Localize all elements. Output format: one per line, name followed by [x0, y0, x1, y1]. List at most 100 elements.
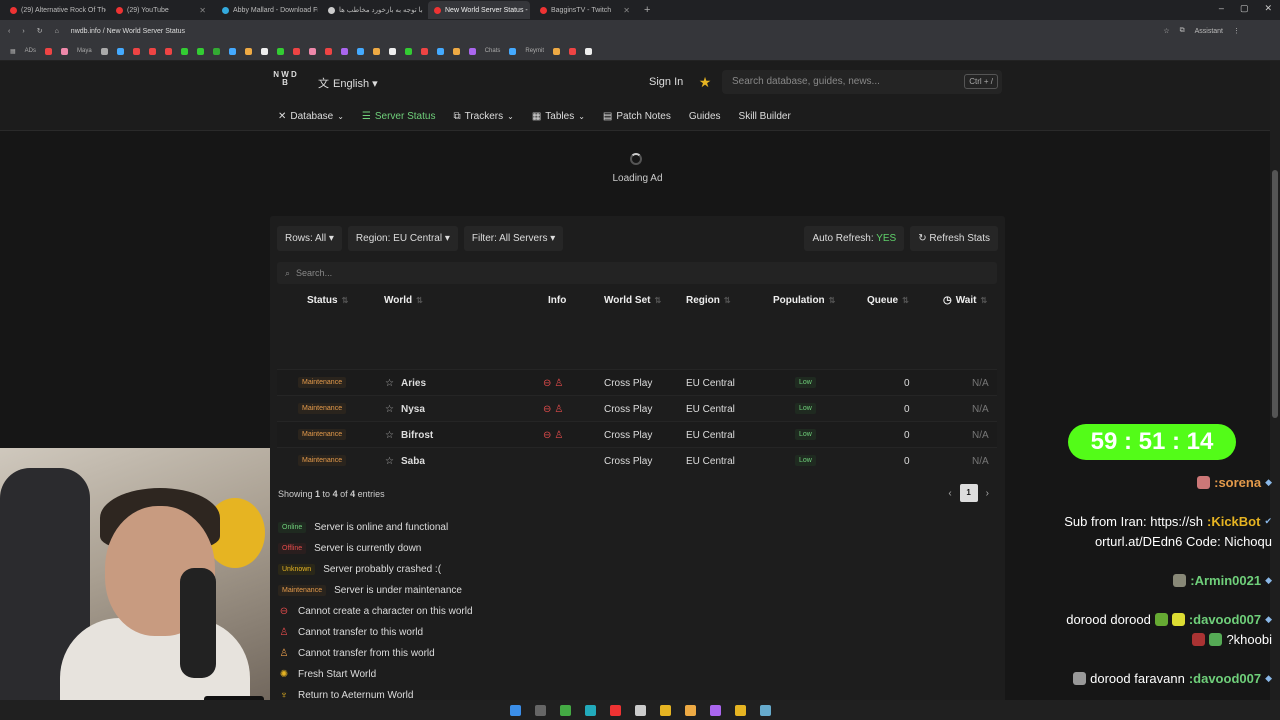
reload-icon[interactable]: ↻ [37, 27, 43, 35]
emote-icon [1209, 633, 1223, 646]
column-header[interactable]: Queue ⇅ [867, 295, 909, 306]
column-header[interactable]: ◷ Wait ⇅ [943, 295, 987, 306]
chevron-down-icon: ⌄ [337, 112, 344, 121]
new-tab-icon[interactable]: + [644, 4, 650, 16]
nwdb-logo[interactable]: N W D B [272, 69, 298, 95]
maximize-icon[interactable]: ▢ [1240, 3, 1249, 14]
nav-tables[interactable]: ▦ Tables ⌄ [532, 111, 585, 122]
apps-icon[interactable]: ▦ [10, 48, 16, 55]
pagination: ‹ 1 › [948, 484, 989, 502]
table-row[interactable]: Maintenance ☆ Aries ⊖♙ Cross Play EU Cen… [277, 369, 997, 395]
close-tab-icon[interactable]: ✕ [199, 6, 206, 15]
chat-message: :Armin0021 ◆ [1173, 573, 1272, 588]
prev-page-icon[interactable]: ‹ [948, 488, 951, 499]
scrollbar-thumb[interactable] [1272, 170, 1278, 418]
microphone [180, 568, 216, 678]
column-header[interactable]: Population ⇅ [773, 295, 835, 306]
refresh-icon: ↻ [918, 233, 927, 244]
auto-refresh-toggle[interactable]: Auto Refresh: YES [804, 226, 905, 251]
media-icon[interactable] [609, 704, 621, 716]
folder-icon[interactable] [659, 704, 671, 716]
bookmark-folder[interactable]: Chats [485, 48, 501, 54]
table-search-input[interactable]: ⌕ Search... [277, 262, 997, 284]
filter-dropdown[interactable]: Filter: All Servers ▾ [463, 226, 564, 251]
chat-text: dorood faravann [1090, 671, 1185, 686]
world-name[interactable]: Saba [401, 456, 425, 467]
avatar [1173, 574, 1187, 587]
column-header[interactable]: Region ⇅ [686, 295, 731, 306]
close-tab-icon[interactable]: ✕ [623, 6, 630, 15]
refresh-stats-button[interactable]: ↻ Refresh Stats [910, 226, 998, 251]
app-icon[interactable] [559, 704, 571, 716]
column-header[interactable]: World Set ⇅ [604, 295, 661, 306]
task-view-icon[interactable] [534, 704, 546, 716]
minimize-icon[interactable]: – [1219, 3, 1224, 14]
world-set: Cross Play [604, 456, 653, 467]
language-label: English ▾ [333, 77, 378, 90]
badge-icon: ◆ [1265, 614, 1272, 624]
column-header[interactable]: World ⇅ [384, 295, 423, 306]
browser-tab[interactable]: New World Server Status - Pl✕ [428, 1, 530, 19]
steam-icon[interactable] [759, 704, 771, 716]
offline-badge: Offline [278, 543, 307, 554]
rows-dropdown[interactable]: Rows: All ▾ [277, 226, 342, 251]
url-field[interactable]: nwdb.info / New World Server Status [71, 28, 185, 35]
edge-icon[interactable] [584, 704, 596, 716]
home-icon[interactable]: ⌂ [55, 28, 59, 35]
showing-entries: Showing 1 to 4 of 4 entries [278, 489, 385, 499]
extensions-icon[interactable]: ⧉ [1180, 27, 1185, 35]
site-search-placeholder: Search database, guides, news... [732, 76, 880, 87]
chat-text: Sub from Iran: https://sh [1064, 514, 1203, 529]
windows-start-icon[interactable] [509, 704, 521, 716]
browser-tab[interactable]: با توجه به بازخورد مخاطب ها✕ [322, 1, 424, 19]
sign-in-link[interactable]: Sign In [649, 76, 683, 88]
chat-message: Sub from Iran: https://sh :KickBot ✔ [1064, 514, 1272, 529]
browser-tab[interactable]: Abby Mallard - Download Fre✕ [216, 1, 318, 19]
table-row[interactable]: Maintenance ☆ Bifrost ⊖♙ Cross Play EU C… [277, 421, 997, 447]
region: EU Central [686, 456, 735, 467]
browser-tab[interactable]: (29) YouTube ✕ [110, 1, 212, 19]
nav-trackers[interactable]: ⧉ Trackers ⌄ [453, 111, 513, 122]
assistant-button[interactable]: Assistant [1195, 28, 1223, 35]
column-header[interactable]: Status ⇅ [307, 295, 348, 306]
column-header[interactable]: Info [548, 295, 566, 306]
favicon-icon [10, 6, 17, 14]
back-icon[interactable]: ‹ [8, 28, 10, 35]
browser-tab[interactable]: (29) Alternative Rock Of The✕ [4, 1, 106, 19]
close-icon[interactable]: ✕ [1264, 3, 1272, 14]
table-row[interactable]: Maintenance ☆ Nysa ⊖♙ Cross Play EU Cent… [277, 395, 997, 421]
next-page-icon[interactable]: › [986, 488, 989, 499]
population-badge: Low [795, 403, 816, 414]
world-name[interactable]: Aries [401, 378, 426, 389]
avatar [1197, 476, 1211, 489]
app-icon[interactable] [709, 704, 721, 716]
bookmark-folder[interactable]: ADs [25, 48, 36, 54]
menu-icon[interactable]: ⋮ [1233, 27, 1240, 35]
nav-skill-builder[interactable]: Skill Builder [739, 111, 791, 122]
favorites-star-icon[interactable]: ★ [692, 70, 718, 94]
nav-database[interactable]: ✕ Database ⌄ [278, 111, 344, 122]
forward-icon[interactable]: › [22, 28, 24, 35]
nav-server-status[interactable]: ☰ Server Status [362, 111, 436, 122]
explorer-icon[interactable] [734, 704, 746, 716]
favorite-star-icon[interactable]: ☆ [385, 378, 394, 389]
nav-patch-notes[interactable]: ▤ Patch Notes [603, 111, 671, 122]
bookmark-folder[interactable]: Maya [77, 48, 92, 54]
language-selector[interactable]: 文 English ▾ [318, 75, 378, 91]
browser-tab[interactable]: BagginsTV - Twitch ✕ [534, 1, 636, 19]
site-search-input[interactable]: Search database, guides, news... Ctrl + … [722, 70, 1002, 94]
world-name[interactable]: Nysa [401, 404, 425, 415]
page-number[interactable]: 1 [959, 484, 978, 502]
app-icon[interactable] [684, 704, 696, 716]
nav-guides[interactable]: Guides [689, 111, 721, 122]
app-icon[interactable] [634, 704, 646, 716]
world-name[interactable]: Bifrost [401, 430, 433, 441]
favorite-star-icon[interactable]: ☆ [385, 404, 394, 415]
region-dropdown[interactable]: Region: EU Central ▾ [347, 226, 458, 251]
bookmark-star-icon[interactable]: ☆ [1163, 27, 1169, 35]
favorite-star-icon[interactable]: ☆ [385, 456, 394, 467]
nav-label: Database [290, 111, 334, 122]
favorite-star-icon[interactable]: ☆ [385, 430, 394, 441]
table-row[interactable]: Maintenance ☆ Saba Cross Play EU Central… [277, 447, 997, 473]
bookmark-folder[interactable]: Reymit [525, 48, 544, 54]
